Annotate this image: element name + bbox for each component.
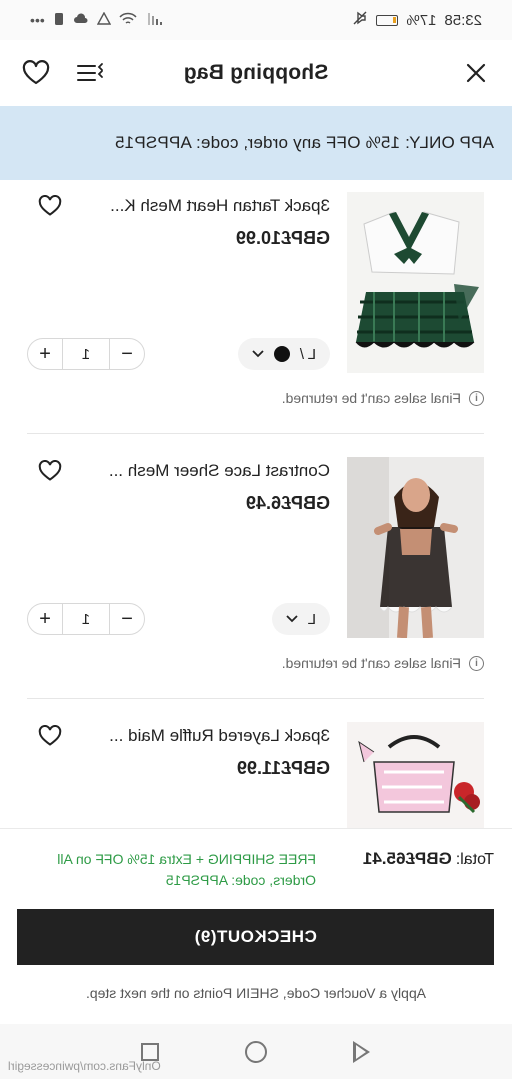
decrease-button[interactable]: − xyxy=(110,339,144,369)
promo-banner: APP ONLY: 15% OFF any order, code: APPSP… xyxy=(0,106,512,180)
chevron-down-icon xyxy=(286,615,298,623)
header: Shopping Bag xyxy=(0,40,512,106)
heart-icon xyxy=(38,460,62,481)
final-sale-notice: i Final sales can't be returned. xyxy=(282,655,484,671)
wifi-icon xyxy=(119,12,137,29)
watermark: OnlyFans.com/pwincessegirl xyxy=(8,1059,161,1073)
final-sale-notice: i Final sales can't be returned. xyxy=(282,390,484,406)
variant-selector[interactable]: L / xyxy=(237,338,330,370)
quantity-stepper[interactable]: − 1 + xyxy=(27,603,145,635)
variant-selector[interactable]: L xyxy=(271,603,330,635)
cart-item[interactable]: Contrast Lace Sheer Mesh ... GBP£6.49 L … xyxy=(0,445,512,710)
decrease-button[interactable]: − xyxy=(110,604,144,634)
item-wishlist-button[interactable] xyxy=(36,192,64,220)
status-bar: 23:58 17% ••• xyxy=(0,0,512,40)
home-icon[interactable] xyxy=(245,1040,268,1063)
free-shipping-note: FREE SHIPPING + Extra 15% OFF on All Ord… xyxy=(57,851,316,888)
heart-icon xyxy=(22,60,50,85)
product-price: GBP£10.99 xyxy=(235,228,330,248)
back-icon[interactable] xyxy=(353,1040,371,1063)
variant-label: L / xyxy=(299,345,316,363)
cart-list[interactable]: 3pack Tartan Heart Mesh K... GBP£10.99 L… xyxy=(0,180,512,828)
notice-text: Final sales can't be returned. xyxy=(281,655,461,671)
product-name[interactable]: Contrast Lace Sheer Mesh ... xyxy=(80,461,330,481)
wishlist-button[interactable] xyxy=(18,55,54,91)
cart-item[interactable]: 3pack Tartan Heart Mesh K... GBP£10.99 L… xyxy=(0,180,512,445)
cloud-icon xyxy=(73,12,89,28)
cart-item[interactable]: 3pack Layered Ruffle Maid ... GBP£11.99 xyxy=(0,710,512,828)
alarm-icon xyxy=(96,11,111,29)
product-image[interactable] xyxy=(347,192,484,373)
color-swatch xyxy=(273,346,290,362)
recents-icon[interactable] xyxy=(141,1042,160,1061)
checkout-footer: Total: GBP£65.41 FREE SHIPPING + Extra 1… xyxy=(0,828,512,1024)
product-price: GBP£11.99 xyxy=(236,758,330,778)
product-name[interactable]: 3pack Tartan Heart Mesh K... xyxy=(80,196,330,216)
quantity-stepper[interactable]: − 1 + xyxy=(27,338,145,370)
heart-icon xyxy=(38,725,62,746)
status-time: 23:58 xyxy=(444,11,482,29)
notice-text: Final sales can't be returned. xyxy=(281,390,461,406)
notification-icon xyxy=(53,12,65,29)
more-dots-icon: ••• xyxy=(30,12,45,28)
total-value: GBP£65.41 xyxy=(362,849,452,868)
order-total: Total: GBP£65.41 xyxy=(363,849,494,869)
signal-icon xyxy=(145,12,163,29)
heart-icon xyxy=(38,195,62,216)
product-image[interactable] xyxy=(347,457,484,638)
divider xyxy=(27,698,484,699)
item-wishlist-button[interactable] xyxy=(36,457,64,485)
battery-icon xyxy=(376,14,399,26)
list-filter-icon xyxy=(77,63,103,81)
quantity-value[interactable]: 1 xyxy=(62,339,110,369)
quantity-value[interactable]: 1 xyxy=(62,604,110,634)
product-price: GBP£6.49 xyxy=(245,493,330,513)
close-icon xyxy=(466,63,486,83)
total-label: Total: xyxy=(455,851,494,868)
variant-label: L xyxy=(307,610,316,628)
divider xyxy=(27,433,484,434)
mute-icon xyxy=(352,10,368,30)
list-filter-button[interactable] xyxy=(72,55,108,91)
item-wishlist-button[interactable] xyxy=(36,722,64,750)
checkout-button[interactable]: CHECKOUT(9) xyxy=(17,909,494,965)
product-image[interactable] xyxy=(347,722,484,828)
chevron-down-icon xyxy=(252,350,264,358)
voucher-hint: Apply a Voucher Code, SHEIN Points on th… xyxy=(85,985,427,1001)
promo-text: APP ONLY: 15% OFF any order, code: APPSP… xyxy=(114,133,494,152)
increase-button[interactable]: + xyxy=(28,604,62,634)
product-name[interactable]: 3pack Layered Ruffle Maid ... xyxy=(80,726,330,746)
mirrored-screen: 23:58 17% ••• Shopping Bag APP ONLY: 15%… xyxy=(0,0,512,1079)
increase-button[interactable]: + xyxy=(28,339,62,369)
battery-percent: 17% xyxy=(406,11,437,29)
info-icon: i xyxy=(469,655,484,671)
info-icon: i xyxy=(469,390,484,406)
close-button[interactable] xyxy=(458,55,494,91)
